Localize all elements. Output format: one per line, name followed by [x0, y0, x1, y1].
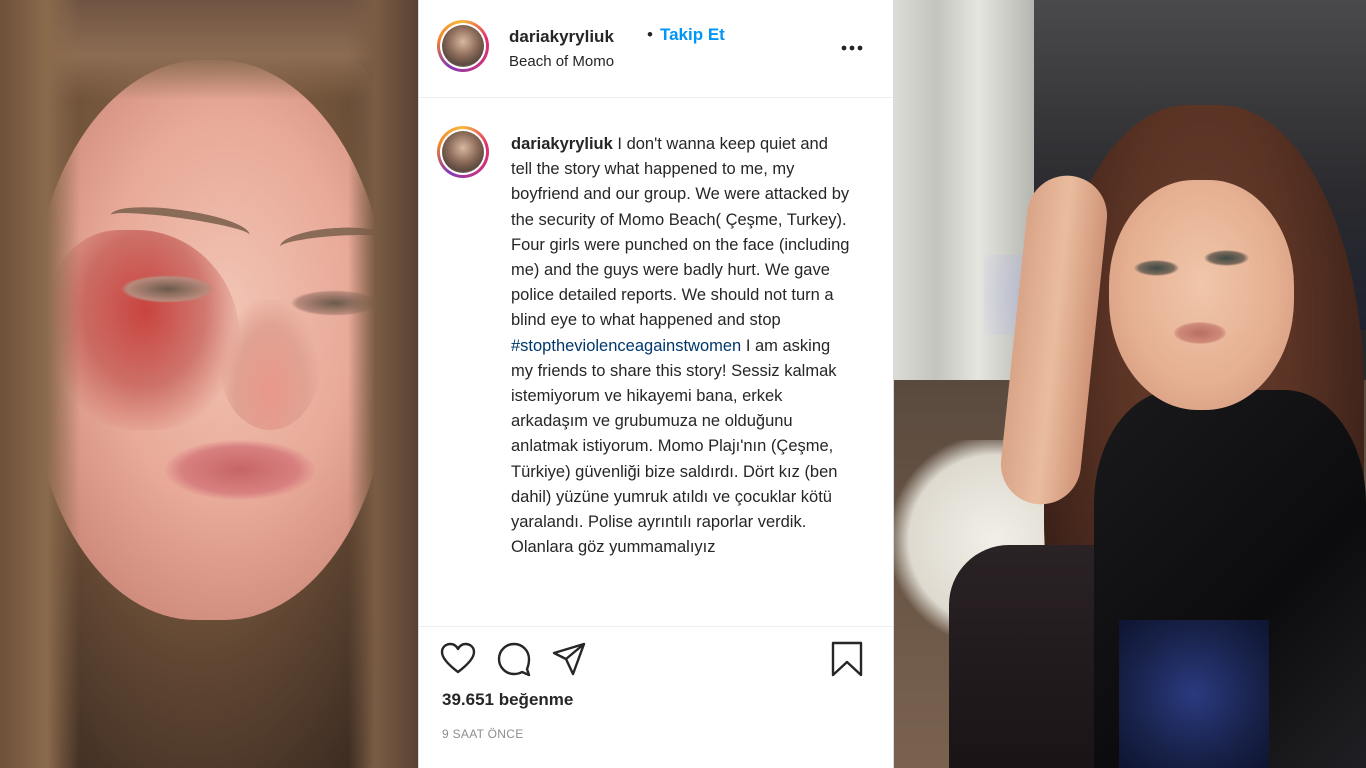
more-options-icon[interactable]: [839, 38, 865, 58]
comment-icon[interactable]: [496, 641, 532, 677]
post-caption: dariakyryliuk I don't wanna keep quiet a…: [511, 132, 851, 560]
screenshot: dariakyryliuk • Takip Et Beach of Momo da…: [0, 0, 1366, 768]
post-location[interactable]: Beach of Momo: [509, 53, 614, 70]
caption-username[interactable]: dariakyryliuk: [511, 135, 613, 153]
post-username[interactable]: dariakyryliuk: [509, 27, 614, 47]
photo-hair: [0, 0, 80, 768]
photo-face: [1109, 180, 1294, 410]
instagram-post: dariakyryliuk • Takip Et Beach of Momo da…: [418, 0, 894, 768]
photo-mouth: [165, 440, 315, 500]
heart-icon[interactable]: [440, 641, 476, 677]
photo-hair: [348, 0, 418, 768]
post-header: dariakyryliuk • Takip Et Beach of Momo: [419, 0, 893, 98]
caption-text: I don't wanna keep quiet and tell the st…: [511, 135, 850, 330]
caption-text: I am asking my friends to share this sto…: [511, 336, 838, 557]
avatar-frame: [440, 23, 486, 69]
avatar-image: [442, 131, 484, 173]
avatar[interactable]: [437, 126, 489, 178]
photo-eye: [1204, 250, 1249, 266]
woman-portrait-photo: [894, 0, 1366, 768]
photo-nose: [220, 300, 320, 430]
photo-lips: [1174, 322, 1226, 344]
post-actions: 39.651 beğenme 9 SAAT ÖNCE: [419, 626, 893, 768]
photo-eye: [120, 275, 215, 303]
photo-eye: [1134, 260, 1179, 276]
follow-button[interactable]: • Takip Et: [647, 25, 725, 45]
separator-dot: •: [647, 25, 653, 44]
bookmark-icon[interactable]: [829, 641, 865, 677]
avatar-frame: [440, 129, 486, 175]
follow-label: Takip Et: [659, 25, 725, 44]
likes-count[interactable]: 39.651 beğenme: [442, 690, 573, 710]
caption-hashtag[interactable]: #stoptheviolenceagainstwomen: [511, 337, 741, 355]
paper-plane-icon[interactable]: [551, 641, 587, 677]
avatar-image: [442, 25, 484, 67]
post-timestamp: 9 SAAT ÖNCE: [442, 727, 524, 741]
injured-woman-photo: [0, 0, 418, 768]
avatar[interactable]: [437, 20, 489, 72]
photo-skirt: [1119, 620, 1269, 768]
caption-area: dariakyryliuk I don't wanna keep quiet a…: [419, 98, 893, 626]
